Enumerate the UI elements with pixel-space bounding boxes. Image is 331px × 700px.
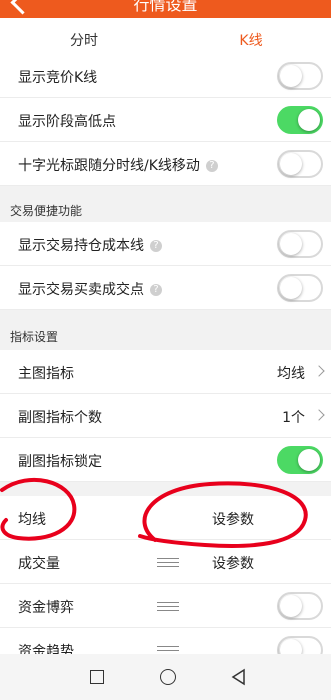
main-indicator-value: 均线 (277, 366, 305, 382)
drag-handle-icon[interactable] (157, 558, 179, 567)
system-nav-bar (0, 654, 331, 700)
row-label: 副图指标锁定 (18, 454, 102, 470)
chevron-right-icon (313, 409, 325, 421)
row-label: 显示交易买卖成交点? (18, 279, 162, 299)
toggle-knob (280, 595, 302, 617)
crosshair-follow-toggle[interactable] (277, 150, 323, 178)
fund-game-toggle[interactable] (277, 592, 323, 620)
sub-indicator-count-value: 1个 (282, 410, 305, 426)
row-show-auction-kline: 显示竞价K线 (0, 54, 331, 98)
circle-icon[interactable] (157, 666, 179, 688)
toggle-knob (298, 449, 320, 471)
row-show-trade-points: 显示交易买卖成交点? (0, 266, 331, 310)
section-header-indicator: 指标设置 (0, 318, 331, 352)
toggle-knob (280, 233, 302, 255)
row-label: 成交量 (18, 556, 60, 572)
row-label-text: 十字光标跟随分时线/K线移动 (18, 158, 200, 174)
row-show-stage-high-low: 显示阶段高低点 (0, 98, 331, 142)
row-label: 主图指标 (18, 366, 74, 382)
section-title: 指标设置 (10, 330, 59, 344)
row-label: 显示竞价K线 (18, 70, 98, 86)
question-icon[interactable]: ? (150, 284, 162, 296)
row-label: 十字光标跟随分时线/K线移动? (18, 155, 218, 175)
row-label: 均线 (18, 512, 46, 528)
indicator-row-volume: 成交量 设参数 (0, 540, 331, 584)
row-label-text: 显示交易持仓成本线 (18, 238, 144, 254)
volume-set-params-button[interactable]: 设参数 (212, 553, 254, 573)
row-label: 副图指标个数 (18, 410, 102, 426)
row-label: 显示交易持仓成本线? (18, 235, 162, 255)
section-header-trade: 交易便捷功能 (0, 192, 331, 226)
row-show-position-cost: 显示交易持仓成本线? (0, 222, 331, 266)
header-bar: 行情设置 (0, 0, 331, 18)
toggle-knob (280, 277, 302, 299)
row-main-indicator[interactable]: 主图指标 均线 (0, 350, 331, 394)
drag-handle-icon[interactable] (157, 602, 179, 611)
row-sub-indicator-lock: 副图指标锁定 (0, 438, 331, 482)
page-title: 行情设置 (133, 0, 198, 14)
toggle-knob (280, 65, 302, 87)
question-icon[interactable]: ? (150, 240, 162, 252)
question-icon[interactable]: ? (205, 160, 218, 172)
show-position-cost-toggle[interactable] (277, 230, 323, 258)
ma-set-params-button[interactable]: 设参数 (212, 509, 254, 529)
row-sub-indicator-count[interactable]: 副图指标个数 1个 (0, 394, 331, 438)
triangle-back-icon[interactable] (228, 666, 250, 688)
row-crosshair-follow: 十字光标跟随分时线/K线移动? (0, 142, 331, 186)
row-label-text: 显示交易买卖成交点 (18, 282, 144, 298)
square-icon[interactable] (86, 666, 108, 688)
row-label: 显示阶段高低点 (18, 114, 116, 130)
section-title: 交易便捷功能 (10, 204, 83, 218)
row-label: 资金博弈 (18, 600, 74, 616)
indicator-row-fund-game: 资金博弈 (0, 584, 331, 628)
indicator-row-ma: 均线 设参数 (0, 496, 331, 540)
tab-intraday[interactable]: 分时 (62, 30, 106, 50)
show-stage-high-low-toggle[interactable] (277, 106, 323, 134)
show-auction-kline-toggle[interactable] (277, 62, 323, 90)
toggle-knob (280, 153, 302, 175)
toggle-knob (298, 109, 320, 131)
sub-indicator-lock-toggle[interactable] (277, 446, 323, 474)
tab-kline[interactable]: K线 (229, 30, 273, 50)
show-trade-points-toggle[interactable] (277, 274, 323, 302)
chevron-right-icon (313, 365, 325, 377)
triangle-back-shape (231, 668, 245, 686)
